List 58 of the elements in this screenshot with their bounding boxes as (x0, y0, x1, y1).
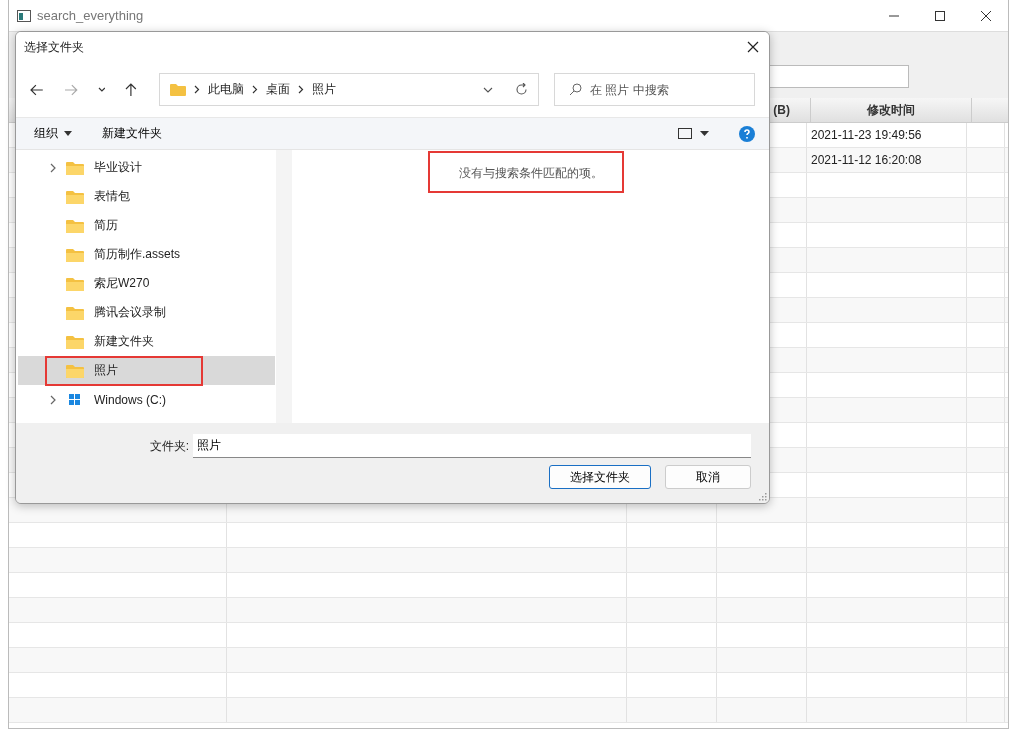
breadcrumb-item[interactable]: 桌面 (266, 81, 291, 98)
cancel-button[interactable]: 取消 (665, 465, 751, 489)
folder-icon (66, 160, 84, 175)
window-title: search_everything (37, 8, 144, 23)
chevron-icon (194, 85, 201, 94)
folder-icon (66, 334, 84, 349)
folder-icon (170, 83, 187, 96)
column-header[interactable]: 修改时间 (867, 101, 915, 119)
folder-icon (66, 305, 84, 320)
tree-item[interactable]: 简历 (18, 211, 275, 240)
search-field[interactable]: 在 照片 中搜索 (554, 73, 755, 106)
folder-icon (66, 189, 84, 204)
chevron-icon[interactable] (50, 162, 56, 173)
close-icon[interactable] (980, 9, 992, 22)
maximize-icon[interactable] (934, 9, 946, 22)
tree-item[interactable]: 新建文件夹 (18, 327, 275, 356)
caret-icon (64, 131, 72, 136)
dialog-title: 选择文件夹 (24, 38, 84, 56)
tree-item[interactable]: 索尼W270 (18, 269, 275, 298)
tree-item[interactable]: 照片 (18, 356, 275, 385)
folder-label: 文件夹: (149, 437, 189, 455)
breadcrumb-item[interactable]: 照片 (312, 81, 337, 98)
confirm-button[interactable]: 选择文件夹 (549, 465, 651, 489)
caret-icon[interactable] (97, 86, 106, 93)
tree-item[interactable]: 简历制作.assets (18, 240, 275, 269)
table-cell: 2021-11-23 19:49:56 (811, 128, 922, 142)
folder-icon (66, 247, 84, 262)
table-cell: 2021-11-12 16:20:08 (811, 153, 922, 167)
address-bar[interactable]: 此电脑 桌面 照片 (159, 73, 539, 106)
back-arrow-icon[interactable] (30, 83, 44, 96)
tree-item[interactable]: Windows (C:) (18, 385, 275, 414)
resize-grip-icon[interactable] (759, 493, 767, 501)
chevron-icon (252, 85, 259, 94)
chevron-icon[interactable] (50, 394, 56, 405)
breadcrumb-item[interactable]: 此电脑 (208, 81, 245, 98)
new-folder-button[interactable]: 新建文件夹 (94, 121, 170, 146)
folder-icon (66, 363, 84, 378)
view-icon[interactable] (678, 128, 692, 139)
caret-icon[interactable] (483, 86, 493, 93)
chevron-icon (298, 85, 305, 94)
refresh-icon[interactable] (515, 83, 528, 96)
folder-input[interactable]: 照片 (193, 434, 751, 458)
search-icon (569, 83, 582, 96)
empty-message: 没有与搜索条件匹配的项。 (458, 165, 603, 182)
folder-icon (66, 218, 84, 233)
input-field[interactable] (769, 65, 909, 88)
tree-item[interactable]: 毕业设计 (18, 153, 275, 182)
caret-icon[interactable] (700, 131, 709, 136)
up-arrow-icon[interactable] (125, 82, 138, 97)
search-input[interactable]: 在 照片 中搜索 (588, 81, 744, 98)
tree-item[interactable]: 腾讯会议录制 (18, 298, 275, 327)
help-icon[interactable] (739, 125, 755, 142)
tree-item[interactable]: 表情包 (18, 182, 275, 211)
close-icon[interactable] (747, 41, 759, 53)
folder-icon (66, 276, 84, 291)
app-icon (17, 9, 31, 22)
organize-button[interactable]: 组织 (26, 121, 80, 146)
column-header[interactable]: (B) (773, 103, 790, 117)
